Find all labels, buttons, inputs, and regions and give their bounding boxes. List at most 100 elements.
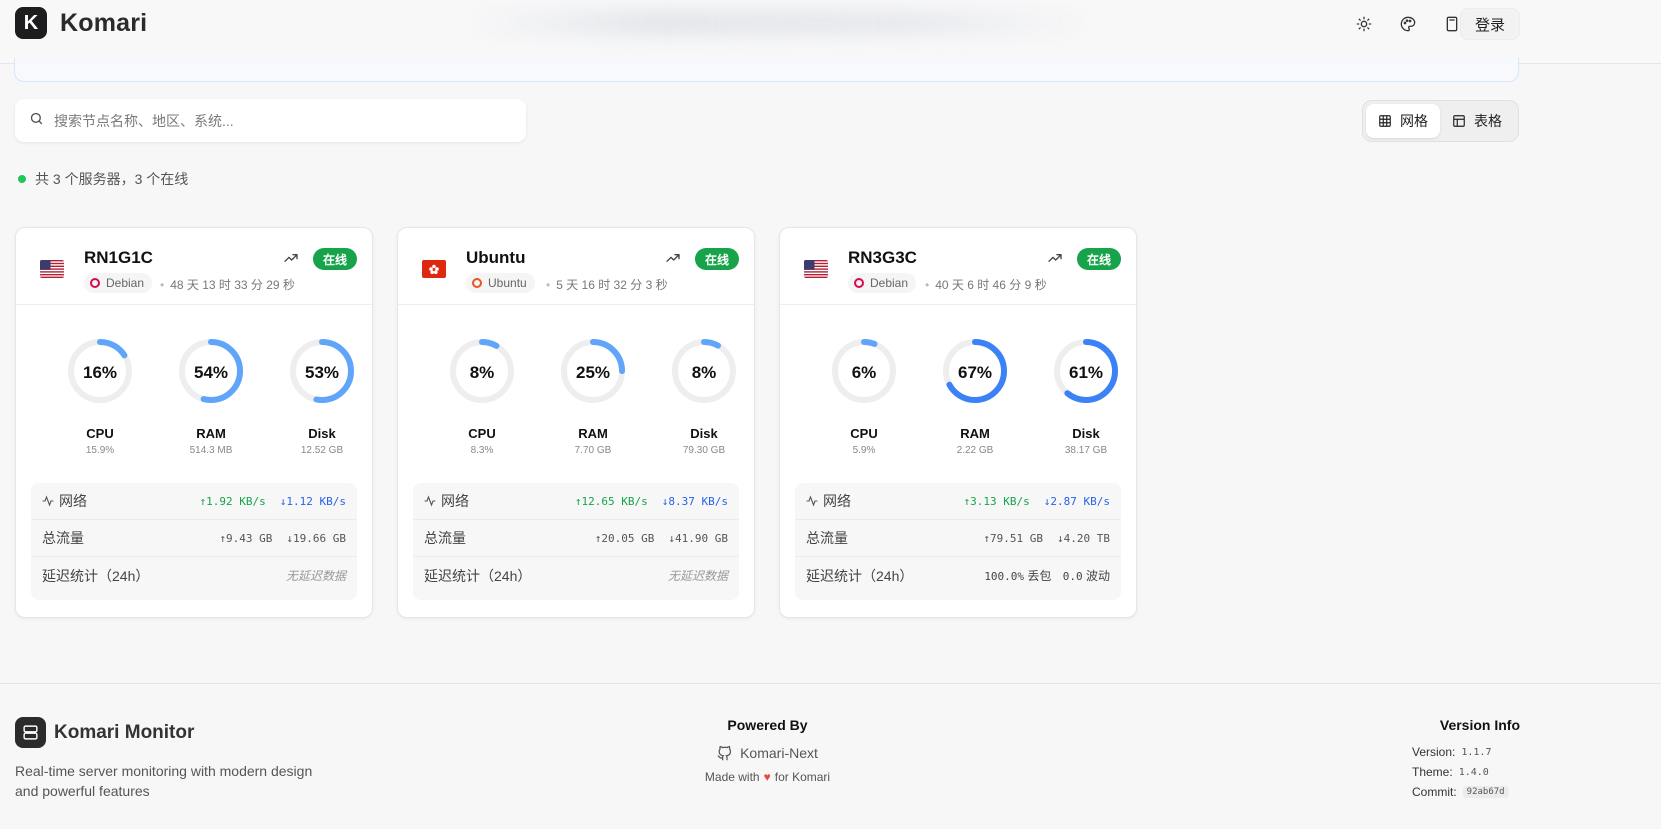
table-icon [1453,115,1465,127]
trend-chart-icon[interactable] [1047,250,1063,271]
server-name[interactable]: RN1G1C [84,248,153,268]
latency-label: 延迟统计（24h） [424,567,532,584]
download-speed: 8.37 KB/s [668,494,728,508]
os-name: Debian [870,276,909,290]
packet-loss-label: 丢包 [1027,569,1052,583]
traffic-down: 4.20 TB [1063,531,1110,545]
ram-label: RAM [578,426,608,441]
status-badge: 在线 [312,248,357,270]
search-box[interactable] [15,99,526,142]
traffic-down-arrow-icon: ↓ [668,531,676,545]
brand-logo[interactable]: K Komari [15,7,147,39]
os-badge: Ubuntu [466,273,535,293]
network-label: 网络 [59,493,87,509]
resource-gauges: 6% CPU 5.9% 67% RAM 2.22 GB 61% Disk 38.… [780,338,1136,458]
version-heading: Version Info [1439,717,1520,733]
cpu-detail: 5.9% [852,445,876,456]
latency-row: 延迟统计（24h） 100.0% 丢包 0.0 波动 [795,557,1121,594]
cpu-detail: 15.9% [85,445,115,456]
ram-detail: 514.3 MB [189,445,233,456]
grid-icon [1379,115,1391,127]
traffic-down: 19.66 GB [293,531,346,545]
debian-logo-icon [854,278,864,288]
network-row: 网络 ↑ 12.65 KB/s ↓ 8.37 KB/s [413,483,739,520]
download-arrow-icon: ↓ [661,494,669,508]
trend-chart-icon[interactable] [665,250,681,271]
status-badge: 在线 [1076,248,1121,270]
version-row: Version: 1.1.7 [1412,745,1520,759]
cpu-gauge: 16% CPU 15.9% [60,338,140,456]
footer: Komari Monitor Real-time server monitori… [0,683,1661,829]
github-icon [717,745,732,760]
disk-gauge: 53% Disk 12.52 GB [282,338,362,456]
server-card[interactable]: RN1G1C Debian 48 天 13 时 33 分 29 秒 在线 16%… [15,227,373,618]
search-input[interactable] [54,112,494,129]
heart-icon: ♥ [763,770,771,784]
ram-gauge: 54% RAM 514.3 MB [171,338,251,456]
traffic-label: 总流量 [42,530,84,546]
grid-view-label: 网格 [1400,113,1428,129]
traffic-up-arrow-icon: ↑ [983,531,991,545]
os-name: Ubuntu [488,276,527,290]
upload-speed: 12.65 KB/s [581,494,648,508]
card-header: RN3G3C Debian 40 天 6 时 46 分 9 秒 在线 [780,228,1136,305]
palette-icon[interactable] [1386,11,1430,37]
network-row: 网络 ↑ 1.92 KB/s ↓ 1.12 KB/s [31,483,357,520]
grid-view-button[interactable]: 网格 [1366,104,1440,138]
traffic-down: 41.90 GB [675,531,728,545]
version-label: Version: [1412,745,1456,759]
ram-gauge: 25% RAM 7.70 GB [553,338,633,456]
footer-title: Komari Monitor [54,721,195,743]
server-icon [15,717,46,748]
online-dot [18,175,26,183]
packet-loss-value: 100.0% [984,570,1025,583]
cpu-label: CPU [850,426,878,441]
komari-next-text: Komari-Next [740,745,818,761]
server-card[interactable]: Ubuntu Ubuntu 5 天 16 时 32 分 3 秒 在线 8% CP… [397,227,755,618]
cpu-gauge: 6% CPU 5.9% [824,338,904,456]
jitter-value: 0.0 [1062,570,1083,583]
os-badge: Debian [848,273,917,293]
footer-description: Real-time server monitoring with modern … [15,763,313,799]
traffic-up-arrow-icon: ↑ [594,531,602,545]
upload-arrow-icon: ↑ [963,494,971,508]
traffic-down-arrow-icon: ↓ [286,531,294,545]
ram-percent: 54% [193,363,229,382]
traffic-label: 总流量 [424,530,466,546]
resource-gauges: 16% CPU 15.9% 54% RAM 514.3 MB 53% Disk … [16,338,372,458]
us-flag-icon [40,260,64,278]
komari-next-link[interactable]: Komari-Next [680,745,855,761]
disk-label: Disk [308,426,336,441]
server-card[interactable]: RN3G3C Debian 40 天 6 时 46 分 9 秒 在线 6% CP… [779,227,1137,618]
server-name[interactable]: Ubuntu [466,248,525,268]
disk-percent: 8% [691,363,717,382]
upload-speed: 3.13 KB/s [970,494,1030,508]
disk-gauge: 8% Disk 79.30 GB [664,338,744,456]
upload-arrow-icon: ↑ [199,494,207,508]
ram-percent: 25% [575,363,611,382]
traffic-up: 20.05 GB [601,531,655,545]
traffic-label: 总流量 [806,530,848,546]
traffic-up: 9.43 GB [226,531,273,545]
disk-detail: 38.17 GB [1064,445,1108,456]
cpu-percent: 16% [82,363,118,382]
upload-arrow-icon: ↑ [574,494,582,508]
os-badge: Debian [84,273,153,293]
cpu-label: CPU [468,426,496,441]
latency-row: 延迟统计（24h） 无延迟数据 [31,557,357,594]
powered-by-heading: Powered By [727,717,808,733]
sun-icon[interactable] [1342,11,1386,37]
login-button[interactable]: 登录 [1460,8,1520,40]
network-label: 网络 [441,493,469,509]
cpu-label: CPU [86,426,114,441]
server-name[interactable]: RN3G3C [848,248,917,268]
resource-gauges: 8% CPU 8.3% 25% RAM 7.70 GB 8% Disk 79.3… [398,338,754,458]
disk-detail: 79.30 GB [682,445,726,456]
disk-label: Disk [690,426,718,441]
ubuntu-logo-icon [472,278,482,288]
table-view-button[interactable]: 表格 [1440,104,1514,138]
summary-text: 共 3 个服务器，3 个在线 [35,171,189,187]
blurred-banner [470,10,1090,36]
cpu-percent: 8% [469,363,495,382]
trend-chart-icon[interactable] [283,250,299,271]
